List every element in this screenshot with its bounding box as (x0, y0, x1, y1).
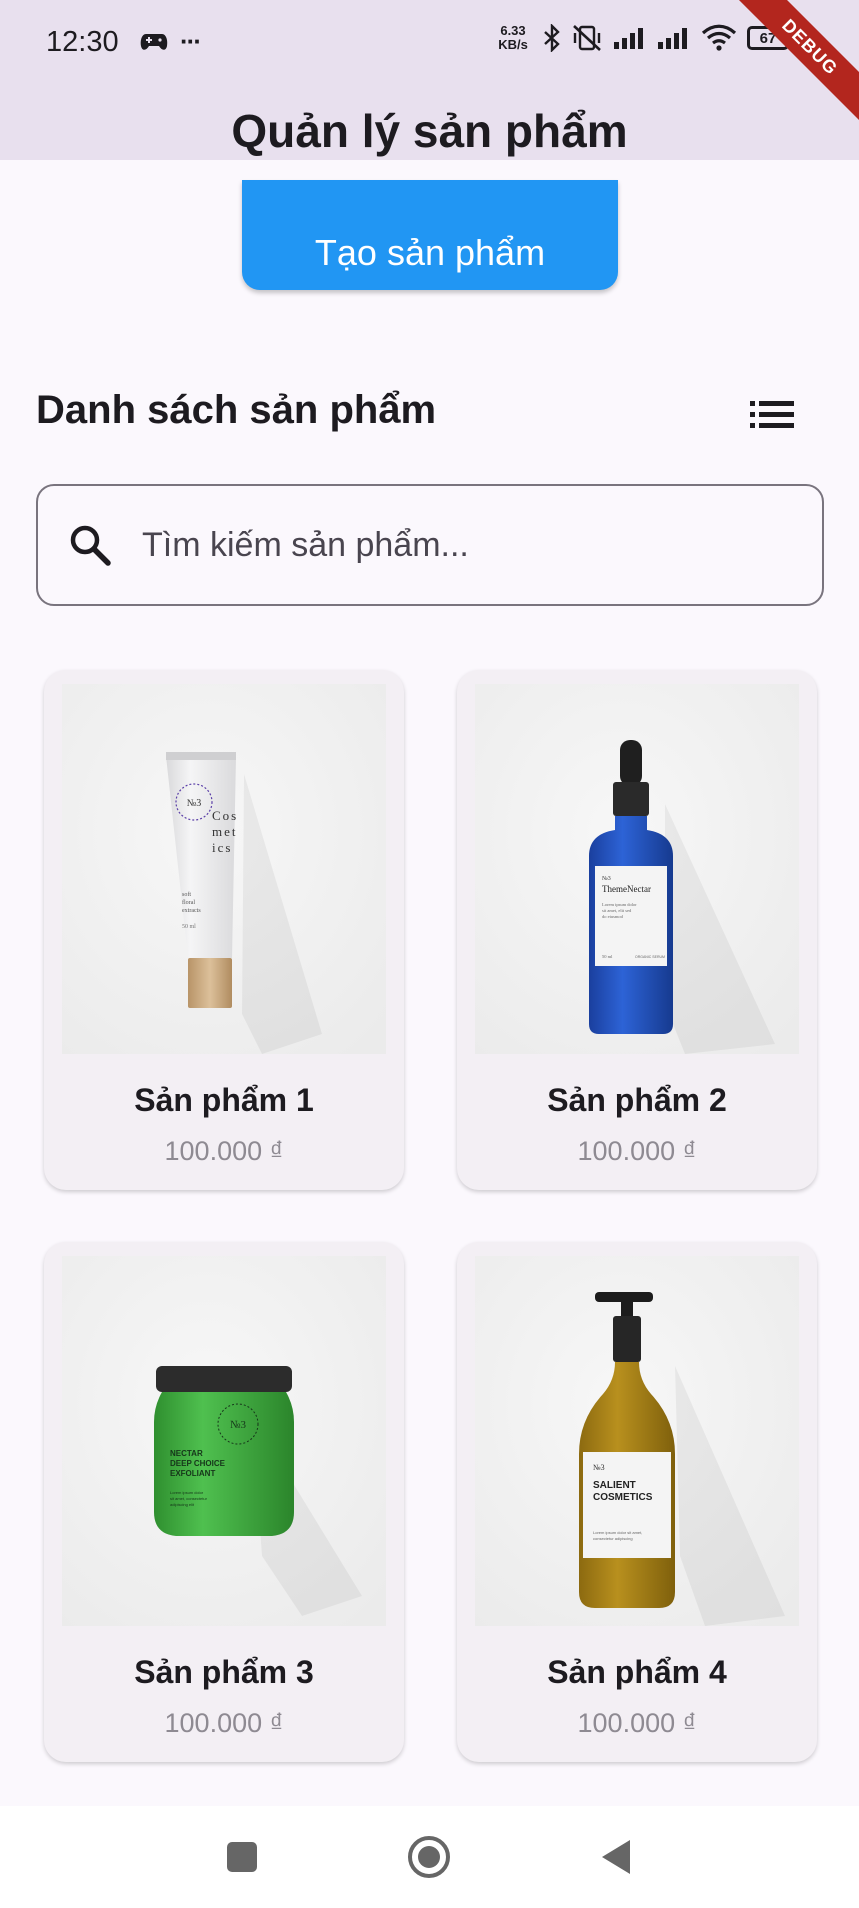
product-image-pump-bottle: №3 SALIENT COSMETICS Lorem ipsum dolor s… (475, 1256, 799, 1626)
product-image-dropper-bottle: №3 ThemeNectar Lorem ipsum dolor sit ame… (475, 684, 799, 1054)
product-name: Sản phẩm 1 (134, 1082, 314, 1118)
status-time: 12:30 (46, 26, 119, 58)
back-button[interactable] (594, 1834, 640, 1880)
search-icon (70, 525, 111, 566)
svg-text:NECTAR: NECTAR (170, 1449, 203, 1458)
screen: 12:30 ··· 6.33 KB/s 67 DEBUG Quản lý sản… (0, 0, 859, 1908)
svg-text:ORGANIC SERUM: ORGANIC SERUM (635, 955, 665, 959)
list-icon[interactable] (748, 398, 796, 432)
svg-text:sit amet, consectetur: sit amet, consectetur (170, 1496, 208, 1501)
product-image-cosmetic-tube: №3 Cos met ics soft floral extracts 50 m… (62, 684, 386, 1054)
svg-text:Lorem ipsum dolor: Lorem ipsum dolor (602, 902, 637, 907)
page-title: Quản lý sản phẩm (231, 105, 628, 157)
product-image-green-jar: №3 NECTAR DEEP CHOICE EXFOLIANT Lorem ip… (62, 1256, 386, 1626)
search-field[interactable] (36, 484, 824, 606)
svg-text:№3: №3 (593, 1463, 605, 1472)
svg-text:extracts: extracts (182, 908, 201, 914)
svg-text:50 ml: 50 ml (182, 924, 196, 930)
tube-badge: №3 (187, 798, 202, 809)
svg-text:met: met (212, 824, 238, 839)
product-name: Sản phẩm 4 (547, 1654, 727, 1690)
product-card[interactable]: №3 ThemeNectar Lorem ipsum dolor sit ame… (457, 670, 817, 1190)
net-speed: 6.33 KB/s (498, 23, 528, 52)
system-navigation-bar (0, 1806, 859, 1908)
vibrate-off-icon (573, 25, 601, 51)
game-controller-icon (140, 33, 168, 50)
product-price: 100.000 ₫ (577, 1708, 697, 1738)
svg-text:do eiusmod: do eiusmod (602, 914, 624, 919)
svg-text:floral: floral (182, 899, 195, 906)
create-product-button[interactable]: Tạo sản phẩm (242, 180, 618, 290)
product-card[interactable]: №3 SALIENT COSMETICS Lorem ipsum dolor s… (457, 1242, 817, 1762)
product-list-title: Danh sách sản phẩm (36, 388, 437, 432)
svg-text:adipiscing elit: adipiscing elit (170, 1502, 195, 1507)
product-price: 100.000 ₫ (164, 1136, 284, 1166)
product-card[interactable]: №3 NECTAR DEEP CHOICE EXFOLIANT Lorem ip… (44, 1242, 404, 1762)
svg-text:ics: ics (212, 840, 232, 855)
search-input[interactable] (142, 525, 782, 565)
svg-text:soft: soft (182, 891, 191, 898)
product-name: Sản phẩm 2 (547, 1082, 727, 1118)
product-price: 100.000 ₫ (164, 1708, 284, 1738)
product-card[interactable]: №3 Cos met ics soft floral extracts 50 m… (44, 670, 404, 1190)
signal-icon (658, 28, 687, 49)
svg-text:EXFOLIANT: EXFOLIANT (170, 1469, 215, 1478)
status-bar: 12:30 ··· 6.33 KB/s 67 (0, 0, 859, 86)
wifi-icon (701, 24, 737, 51)
home-button[interactable] (406, 1834, 452, 1880)
svg-text:Lorem ipsum dolor: Lorem ipsum dolor (170, 1490, 204, 1495)
svg-text:COSMETICS: COSMETICS (593, 1492, 653, 1503)
svg-text:№3: №3 (230, 1419, 246, 1431)
product-price: 100.000 ₫ (577, 1136, 697, 1166)
svg-text:consectetur adipiscing: consectetur adipiscing (593, 1536, 633, 1541)
svg-text:DEEP CHOICE: DEEP CHOICE (170, 1459, 226, 1468)
svg-text:50 ml: 50 ml (602, 954, 613, 959)
recents-button[interactable] (219, 1834, 265, 1880)
signal-icon (614, 28, 643, 49)
product-name: Sản phẩm 3 (134, 1654, 314, 1690)
more-icon: ··· (180, 26, 202, 56)
svg-text:SALIENT: SALIENT (593, 1480, 636, 1491)
svg-text:Cos: Cos (212, 808, 238, 823)
dropper-brand: ThemeNectar (602, 884, 651, 894)
svg-text:Lorem ipsum dolor sit amet,: Lorem ipsum dolor sit amet, (593, 1530, 642, 1535)
svg-text:№3: №3 (602, 876, 611, 882)
bluetooth-icon (544, 24, 560, 52)
